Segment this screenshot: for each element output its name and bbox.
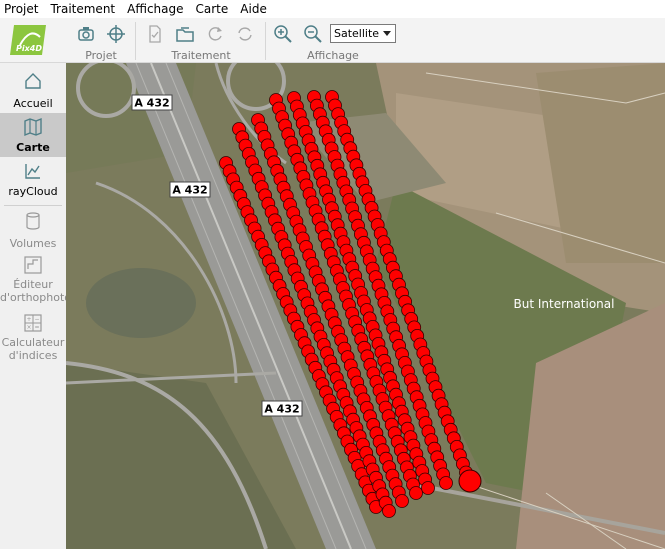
crosshair-icon xyxy=(107,25,125,43)
toolbar: Pix4D Projet Traitement Affichage Satell… xyxy=(0,18,665,63)
report-button[interactable] xyxy=(144,23,166,45)
satellite-map[interactable]: A 432 A 432 A 432 But International xyxy=(66,63,665,549)
toolbar-group-traitement: Traitement xyxy=(136,18,266,63)
group-label-projet: Projet xyxy=(85,49,117,62)
basemap-select[interactable]: Satellite xyxy=(330,24,396,43)
camera-icon xyxy=(78,27,94,41)
photo-marker[interactable] xyxy=(395,494,409,508)
toolbar-group-projet: Projet xyxy=(66,18,136,63)
sidebar-item-calculateur-indices[interactable]: + − × = Calculateur d'indices xyxy=(0,313,66,365)
pix4d-logo: Pix4D xyxy=(10,25,46,55)
refresh-icon xyxy=(208,27,222,41)
sidebar-item-editeur-orthophoto[interactable]: Éditeur d'orthophoto xyxy=(0,255,72,307)
svg-text:+: + xyxy=(26,316,31,323)
zoom-in-button[interactable] xyxy=(272,23,294,45)
menu-bar: Projet Traitement Affichage Carte Aide xyxy=(0,0,665,18)
menu-traitement[interactable]: Traitement xyxy=(46,0,123,18)
group-label-affichage: Affichage xyxy=(307,49,359,62)
reoptimize-button[interactable] xyxy=(234,23,256,45)
svg-text:A 432: A 432 xyxy=(134,97,169,110)
group-label-traitement: Traitement xyxy=(171,49,231,62)
svg-text:A 432: A 432 xyxy=(264,403,299,416)
svg-text:Pix4D: Pix4D xyxy=(16,44,42,53)
zoom-out-icon xyxy=(304,25,322,43)
volumes-icon xyxy=(26,212,40,230)
sidebar-item-label: Accueil xyxy=(13,97,53,110)
sync-icon xyxy=(238,27,252,41)
gcp-button[interactable] xyxy=(105,23,127,45)
svg-text:−: − xyxy=(34,316,39,323)
index-calculator-icon: + − × = xyxy=(24,314,42,332)
road-label: A 432 xyxy=(169,181,211,198)
svg-text:×: × xyxy=(26,324,31,331)
chevron-down-icon xyxy=(383,31,391,36)
folder-icon xyxy=(176,27,194,42)
menu-projet[interactable]: Projet xyxy=(0,0,46,18)
svg-text:A 432: A 432 xyxy=(172,184,207,197)
menu-aide[interactable]: Aide xyxy=(236,0,275,18)
home-icon xyxy=(25,73,41,89)
photo-marker-selected[interactable] xyxy=(458,469,482,493)
open-project-button[interactable] xyxy=(75,23,97,45)
raycloud-icon xyxy=(25,164,40,179)
road-label: A 432 xyxy=(131,94,173,111)
sidebar-item-raycloud[interactable]: rayCloud xyxy=(0,161,66,203)
zoom-out-button[interactable] xyxy=(302,23,324,45)
sidebar-item-label: Carte xyxy=(16,141,50,154)
photo-marker[interactable] xyxy=(382,504,396,518)
sidebar-item-label: Éditeur d'orthophoto xyxy=(0,278,72,304)
menu-affichage[interactable]: Affichage xyxy=(123,0,191,18)
reprocess-button[interactable] xyxy=(204,23,226,45)
place-label: But International xyxy=(514,297,615,311)
ortho-editor-icon xyxy=(24,256,42,274)
sidebar-item-label: rayCloud xyxy=(8,185,58,198)
sidebar-item-volumes[interactable]: Volumes xyxy=(0,211,66,253)
basemap-select-value: Satellite xyxy=(334,27,380,40)
map-view[interactable]: A 432 A 432 A 432 But International xyxy=(66,63,665,549)
road-label: A 432 xyxy=(261,400,303,417)
zoom-in-icon xyxy=(274,25,292,43)
photo-marker[interactable] xyxy=(409,486,423,500)
sidebar: Accueil Carte rayCloud Volumes Éditeur d… xyxy=(0,63,72,549)
sidebar-item-carte[interactable]: Carte xyxy=(0,113,66,157)
sidebar-item-accueil[interactable]: Accueil xyxy=(0,71,66,113)
sidebar-item-label: Volumes xyxy=(9,237,57,250)
sidebar-item-label: Calculateur d'indices xyxy=(1,336,65,362)
menu-carte[interactable]: Carte xyxy=(192,0,237,18)
photo-marker[interactable] xyxy=(421,481,435,495)
map-icon xyxy=(24,117,42,137)
photo-marker[interactable] xyxy=(439,476,453,490)
output-folder-button[interactable] xyxy=(174,23,196,45)
svg-text:=: = xyxy=(34,324,39,331)
document-check-icon xyxy=(149,25,161,43)
